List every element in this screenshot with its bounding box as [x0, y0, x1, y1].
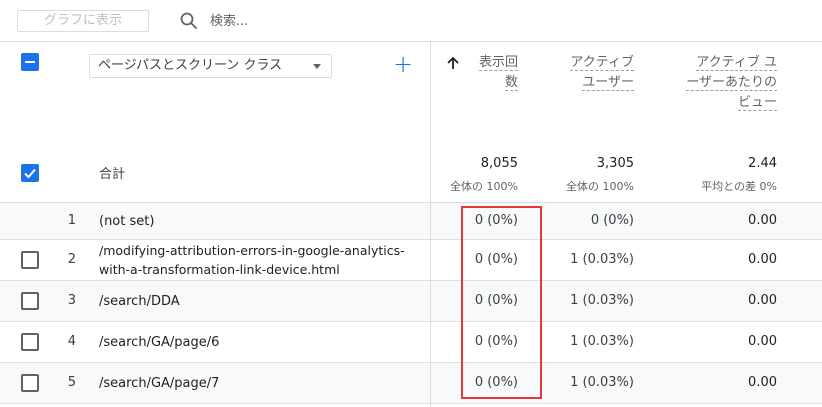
show-in-chart-button[interactable]: グラフに表示	[17, 10, 149, 32]
column-header-views[interactable]: 表示回 数	[478, 53, 518, 93]
row-number: 5	[67, 375, 76, 390]
column-header-views-line1: 表示回	[478, 55, 518, 71]
row-checkbox[interactable]	[21, 292, 39, 310]
totals-checkbox[interactable]	[21, 164, 39, 182]
column-header-active-users[interactable]: アクティブ ユーザー	[570, 53, 634, 93]
row-views-per-user: 0.00	[748, 334, 777, 349]
row-active-users: 1 (0.03%)	[570, 293, 634, 308]
row-number: 3	[67, 293, 76, 308]
column-divider	[430, 42, 431, 407]
select-all-checkbox[interactable]	[21, 53, 39, 71]
row-views-per-user: 0.00	[748, 252, 777, 267]
row-page-path: /search/DDA	[99, 294, 180, 309]
row-active-users: 1 (0.03%)	[570, 375, 634, 390]
row-number: 4	[67, 334, 76, 349]
row-page-path: /search/GA/page/6	[99, 335, 220, 350]
total-users-share: 全体の 100%	[566, 180, 634, 193]
row-page-path: (not set)	[99, 214, 155, 229]
table-row[interactable]: 5 /search/GA/page/7 0 (0%) 1 (0.03%) 0.0…	[0, 363, 822, 404]
column-header-vpu-line1: アクティブ ユ	[696, 55, 777, 71]
add-dimension-icon[interactable]: +	[393, 52, 413, 76]
total-vpu-diff: 平均との差 0%	[701, 180, 777, 193]
row-page-path: /modifying-attribution-errors-in-google-…	[99, 243, 405, 277]
table-row[interactable]: 3 /search/DDA 0 (0%) 1 (0.03%) 0.00	[0, 281, 822, 322]
column-header-users-line1: アクティブ	[570, 55, 634, 71]
row-checkbox[interactable]	[21, 333, 39, 351]
column-header-users-line2: ユーザー	[582, 75, 634, 91]
table-row[interactable]: 1 (not set) 0 (0%) 0 (0%) 0.00	[0, 203, 822, 240]
dimension-select-label: ページパスとスクリーン クラス	[98, 58, 283, 73]
row-number: 2	[67, 252, 76, 267]
table-row[interactable]: 4 /search/GA/page/6 0 (0%) 1 (0.03%) 0.0…	[0, 322, 822, 363]
row-active-users: 1 (0.03%)	[570, 252, 634, 267]
row-checkbox[interactable]	[21, 374, 39, 392]
column-header-vpu-line2: ーザーあたりの	[686, 75, 777, 91]
row-views-per-user: 0.00	[748, 375, 777, 390]
dimension-select[interactable]: ページパスとスクリーン クラス	[89, 54, 332, 78]
column-header-views-per-user[interactable]: アクティブ ユ ーザーあたりの ビュー	[686, 53, 777, 113]
total-users: 3,305	[596, 156, 634, 171]
totals-label: 合計	[99, 167, 126, 182]
table-toolbar: グラフに表示	[0, 0, 822, 42]
table-header: ページパスとスクリーン クラス + 表示回 数 アクティブ ユーザー アクティブ…	[0, 42, 822, 203]
check-icon	[24, 168, 36, 179]
row-page-path: /search/GA/page/7	[99, 376, 220, 391]
row-active-users: 1 (0.03%)	[570, 334, 634, 349]
row-active-users: 0 (0%)	[590, 213, 634, 228]
column-header-vpu-line3: ビュー	[737, 95, 777, 111]
highlight-annotation-box	[461, 206, 542, 399]
chevron-down-icon	[313, 64, 321, 69]
search-icon[interactable]	[179, 11, 199, 31]
column-header-views-line2: 数	[504, 75, 518, 91]
sort-arrow-up-icon[interactable]	[446, 56, 460, 70]
row-views-per-user: 0.00	[748, 293, 777, 308]
row-checkbox[interactable]	[21, 251, 39, 269]
total-views-share: 全体の 100%	[450, 180, 518, 193]
row-views-per-user: 0.00	[748, 213, 777, 228]
search-input[interactable]	[210, 10, 510, 32]
total-views-per-user: 2.44	[748, 156, 777, 171]
table-row[interactable]: 2 /modifying-attribution-errors-in-googl…	[0, 240, 822, 281]
total-views: 8,055	[480, 156, 518, 171]
row-number: 1	[67, 213, 76, 228]
